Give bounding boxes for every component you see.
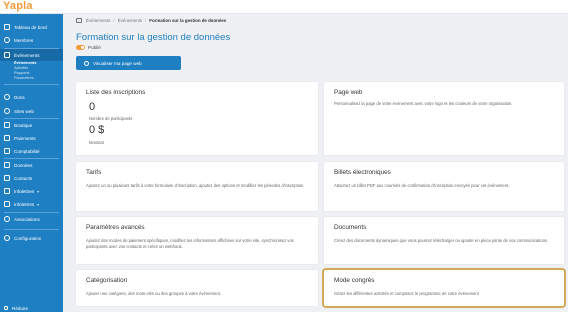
card-title: Catégorisation [86,277,128,284]
sidebar-item-configuration[interactable]: Configuration [0,232,63,244]
contacts-icon [4,175,10,181]
sidebar: Tableau de bord Membres Événements Événe… [0,14,63,312]
card-title: Billets électroniques [334,169,391,176]
sidebar-item-label: Boutique [14,122,33,128]
ledger-icon [4,148,10,154]
database-icon [4,162,10,168]
card-title: Documents [334,224,367,231]
sidebar-subitem-settings[interactable]: Paramètres [14,76,34,80]
sidebar-item-label: Données [14,162,33,168]
card-title: Liste des inscriptions [86,89,146,96]
card-title: Paramètres avancés [86,224,145,231]
card-description: Personnalisez la page de votre événement… [334,101,513,106]
mail-icon [4,201,10,207]
gear-icon [4,235,10,241]
sidebar-collapse-button[interactable]: Réduire [0,304,63,312]
card-e-tickets[interactable]: Billets électroniques Attachez un billet… [324,162,564,211]
cart-icon [4,122,10,128]
mail-icon [4,188,10,194]
sidebar-subitem-events[interactable]: Événements [14,61,36,65]
sidebar-item-label: Événements [14,52,40,58]
sidebar-item-newsletters[interactable]: Infolettres ▾ [0,185,63,197]
globe-icon [84,60,89,66]
card-description: Ajouter une catégorie, des mots-clés ou … [86,291,222,296]
amount-value: 0 $ [89,124,105,136]
sidebar-item-dashboard[interactable]: Tableau de bord [0,21,63,33]
breadcrumb-link[interactable]: Événements [118,18,142,23]
card-congress-mode[interactable]: Mode congrès Gérez les différentes activ… [324,270,564,306]
sidebar-item-newsletters-2[interactable]: Infolettres ▾ [0,198,63,210]
breadcrumb-separator: / [145,18,147,23]
card-icon [4,135,10,141]
breadcrumb-link[interactable]: Événements [86,18,110,23]
sidebar-item-payments[interactable]: Paiements [0,132,63,144]
sidebar-item-shop[interactable]: Boutique [0,119,63,131]
people-icon [4,216,10,222]
sidebar-item-members[interactable]: Membres [0,34,63,46]
card-web-page[interactable]: Page web Personnalisez la page de votre … [324,82,564,155]
sidebar-item-donations[interactable]: Dons [0,91,63,103]
card-registrations[interactable]: Liste des inscriptions 0 Nombre de parti… [76,82,318,155]
sidebar-item-label: Paiements [14,135,36,141]
sidebar-item-accounting[interactable]: Comptabilité [0,145,63,157]
card-description: Ajoutez des modes de paiement spécifique… [86,238,294,249]
view-web-page-label: Visualiser ma page web [93,60,142,66]
sidebar-item-label: Infolettres [14,201,35,207]
yapla-logo[interactable]: Yapla [3,0,33,12]
card-title: Page web [334,89,363,96]
home-icon[interactable] [76,18,82,23]
sidebar-subitem-activities[interactable]: Activités [14,66,28,70]
sidebar-divider [4,229,59,230]
card-pricing[interactable]: Tarifs Ajoutez un ou plusieurs tarifs à … [76,162,318,211]
amount-label: Montant [89,140,105,145]
sidebar-item-contacts[interactable]: Contacts [0,172,63,184]
sidebar-item-events[interactable]: Événements [0,49,63,61]
chevron-down-icon: ▾ [37,188,40,194]
sidebar-item-label: Contacts [14,175,33,181]
sidebar-item-label: Tableau de bord [14,24,47,30]
card-description: Attachez un billet PDF aux courriels de … [334,183,510,188]
sidebar-item-label: Dons [14,94,25,100]
sidebar-item-label: Associations [14,216,40,222]
sidebar-item-label: Infolettres [14,188,35,194]
publish-toggle-label: Publié [88,45,101,50]
sidebar-item-label: Membres [14,37,34,43]
participants-count: 0 [89,101,96,113]
collapse-icon [4,306,8,310]
view-web-page-button[interactable]: Visualiser ma page web [76,56,181,70]
sidebar-collapse-label: Réduire [12,305,29,311]
card-title: Tarifs [86,169,102,176]
calendar-icon [4,52,10,58]
members-icon [4,37,10,43]
chevron-down-icon: ▾ [37,201,40,207]
card-description: Créez des documents dynamiques que vous … [334,238,549,243]
card-title: Mode congrès [334,277,375,284]
participants-count-label: Nombre de participants [89,116,133,121]
breadcrumb: Événements / Événements / Formation sur … [76,18,226,23]
publish-toggle[interactable] [76,45,85,50]
sidebar-item-label: Sites web [14,108,34,114]
sidebar-item-websites[interactable]: Sites web [0,105,63,117]
page-title: Formation sur la gestion de données [76,32,231,43]
toggle-knob [80,45,85,50]
card-description: Ajoutez un ou plusieurs tarifs à votre f… [86,183,305,188]
card-categorization[interactable]: Catégorisation Ajouter une catégorie, de… [76,270,318,306]
sidebar-divider [4,84,59,85]
sidebar-subitem-reports[interactable]: Rapports [14,71,29,75]
globe-icon [4,108,10,114]
sidebar-item-associations[interactable]: Associations [0,213,63,225]
breadcrumb-current: Formation sur la gestion de données [149,18,227,23]
card-documents[interactable]: Documents Créez des documents dynamiques… [324,217,564,264]
top-bar: Yapla [0,0,568,14]
sidebar-item-data[interactable]: Données [0,159,63,171]
sidebar-item-label: Comptabilité [14,148,40,154]
card-advanced-settings[interactable]: Paramètres avancés Ajoutez des modes de … [76,217,318,264]
heart-icon [4,94,10,100]
sidebar-item-label: Configuration [14,235,42,241]
breadcrumb-separator: / [113,18,115,23]
home-icon [4,24,10,30]
card-description: Gérez les différentes activités et compo… [334,291,479,296]
